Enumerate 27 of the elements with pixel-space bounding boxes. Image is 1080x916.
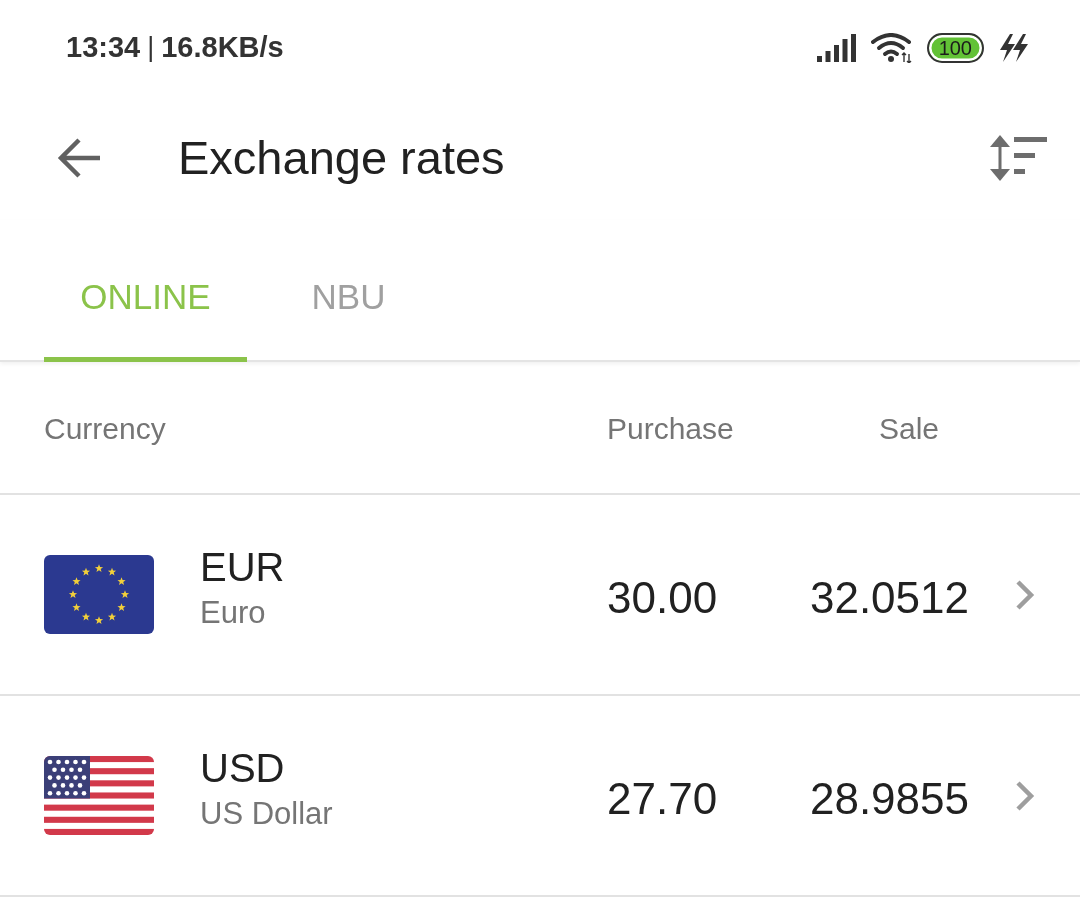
sale-rate: 32.0512: [809, 572, 969, 623]
currency-name: Euro: [200, 593, 266, 632]
column-header: Currency: [44, 411, 166, 446]
network-speed: 16.8KB/s: [161, 31, 284, 64]
charging-bolt-icon: [998, 33, 1028, 62]
currency-code: EUR: [200, 543, 285, 590]
currency-code: USD: [200, 744, 285, 791]
signal-icon: [816, 33, 857, 62]
purchase-rate: 30.00: [607, 572, 718, 623]
sale-rate: 28.9855: [809, 773, 969, 824]
purchase-rate: 27.70: [607, 773, 718, 824]
sort-icon: [989, 134, 1047, 181]
us-flag-icon: [44, 756, 154, 835]
eu-flag-icon: [44, 555, 154, 634]
chevron-right-icon[interactable]: [1015, 779, 1035, 812]
status-time: 13:34: [66, 31, 141, 64]
chevron-right-icon[interactable]: [1015, 578, 1035, 611]
tab[interactable]: ONLINE: [44, 242, 247, 362]
column-header: Purchase: [607, 411, 734, 446]
back-arrow-icon: [56, 137, 102, 178]
screen-title: Exchange rates: [178, 130, 505, 185]
wifi-icon: [870, 32, 913, 63]
tab[interactable]: NBU: [247, 242, 450, 362]
status-separator: |: [147, 32, 155, 63]
currency-name: US Dollar: [200, 794, 333, 833]
column-header: Sale: [878, 411, 939, 446]
battery-indicator: 100: [926, 32, 984, 63]
